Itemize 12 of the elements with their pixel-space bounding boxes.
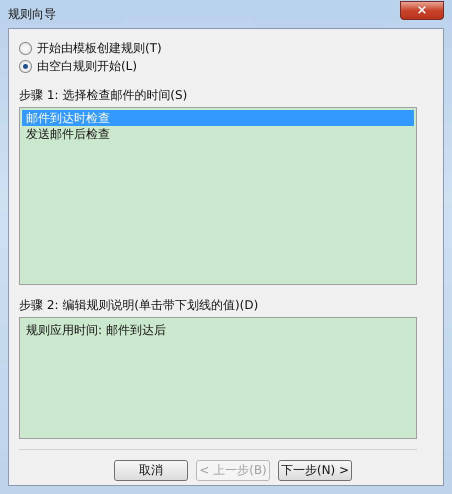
rule-description: 规则应用时间: 邮件到达后 [26, 323, 166, 337]
radio-button[interactable] [19, 60, 32, 72]
step-label: 步骤 2: 编辑规则说明(单击带下划线的值)(D) [19, 297, 260, 314]
window-title: 规则向导 [8, 6, 56, 22]
list-item[interactable]: 发送邮件后检查 [22, 126, 414, 142]
radio-button[interactable] [19, 42, 32, 54]
radio-label[interactable]: 由空白规则开始(L) [37, 58, 138, 74]
radio-label[interactable]: 开始由模板创建规则(T) [37, 40, 162, 56]
dialog-button[interactable]: 取消 [114, 460, 188, 481]
step-label: 步骤 1: 选择检查邮件的时间(S) [19, 87, 188, 104]
close-button[interactable]: × [400, 0, 444, 20]
dialog-button[interactable]: 下一步(N) > [278, 460, 352, 481]
